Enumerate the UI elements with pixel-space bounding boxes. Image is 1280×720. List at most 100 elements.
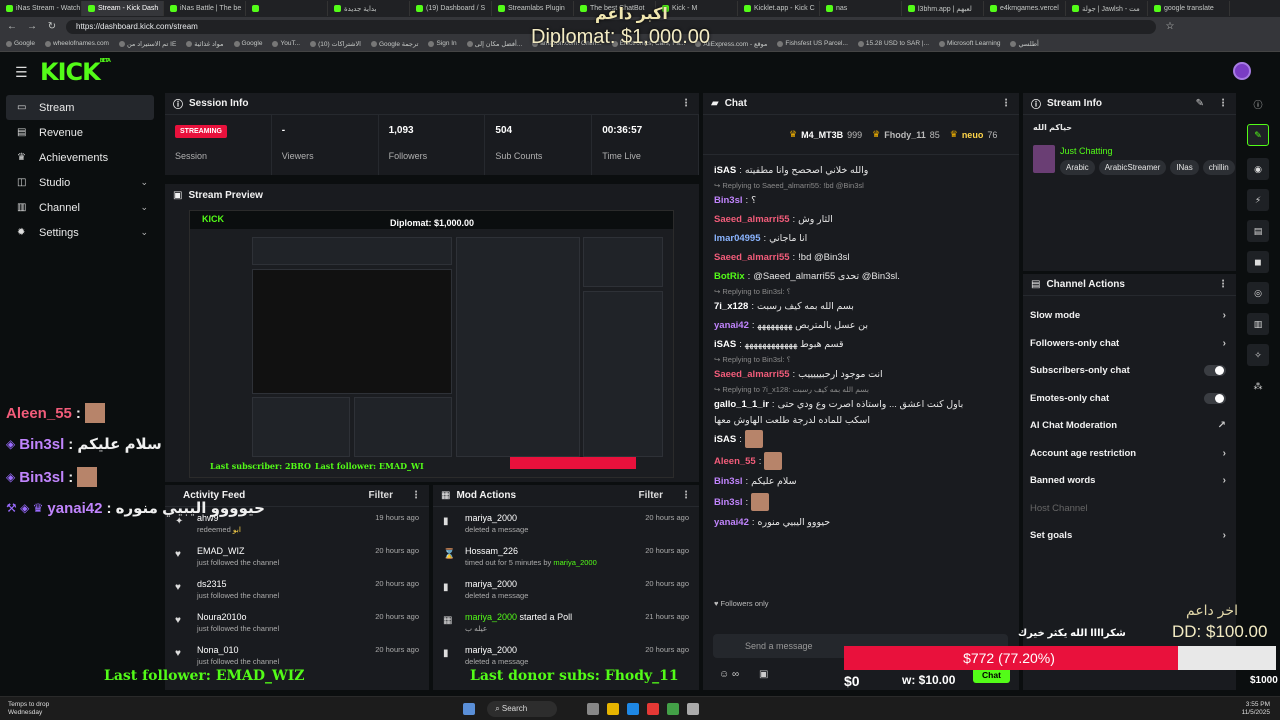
- sidebar-item-studio[interactable]: ◫ Studio ⌄: [0, 170, 160, 195]
- chat-message[interactable]: gallo_1_1_ir: باول كنت اعشق ... واستاذه ا…: [703, 395, 1019, 414]
- chat-username[interactable]: Saeed_almarri55: [714, 251, 790, 264]
- weather-widget[interactable]: Temps to drop Wednesday: [8, 701, 49, 717]
- chevron-right-icon[interactable]: ›: [1223, 310, 1226, 321]
- more-options-icon[interactable]: ⋮: [1218, 279, 1228, 290]
- stream-tag[interactable]: Arabic: [1060, 160, 1095, 175]
- more-options-icon[interactable]: ⋮: [411, 490, 421, 501]
- layout-icon[interactable]: ▥: [1247, 313, 1269, 335]
- feed-username[interactable]: EMAD_WIZ: [197, 546, 279, 556]
- chevron-right-icon[interactable]: ›: [1223, 475, 1226, 486]
- browser-tab[interactable]: Kicklet.app - Kick C: [738, 1, 820, 16]
- network-icon[interactable]: ⁂: [1247, 375, 1269, 397]
- bookmark-item[interactable]: wheelofnames.com: [44, 40, 109, 47]
- bookmark-item[interactable]: Fishsfest US Parcel...: [777, 40, 848, 47]
- feed-username[interactable]: mariya_2000: [465, 579, 528, 589]
- chat-message[interactable]: iSAS:: [703, 428, 1019, 450]
- brave-icon[interactable]: [647, 702, 660, 715]
- channel-action-followers-only-chat[interactable]: Followers-only chat ›: [1023, 330, 1236, 358]
- note-icon[interactable]: ▤: [1247, 220, 1269, 242]
- browser-tab[interactable]: l3bhm.app | لعبهم: [902, 1, 984, 16]
- bookmark-item[interactable]: تم الاستيراد من IE: [118, 40, 176, 48]
- back-icon[interactable]: ←: [6, 21, 18, 32]
- activity-filter-button[interactable]: Filter: [369, 490, 393, 501]
- more-options-icon[interactable]: ⋮: [681, 98, 691, 109]
- channel-action-emotes-only-chat[interactable]: Emotes-only chat: [1023, 385, 1236, 413]
- chat-message[interactable]: Saeed_almarri55: !bd @Bin3sl: [703, 248, 1019, 267]
- sidebar-item-revenue[interactable]: ▤ Revenue: [0, 120, 160, 145]
- chat-username[interactable]: Saeed_almarri55: [714, 368, 790, 381]
- toggle-switch[interactable]: [1204, 392, 1226, 404]
- browser-tab[interactable]: iNas Battle | The be: [164, 1, 246, 16]
- reload-icon[interactable]: ↻: [46, 21, 58, 32]
- chat-message[interactable]: iSAS: قسم هبوط ﻬﻬﻬﻬﻬﻬﻬﻬﻬﻬﻬﻬ: [703, 335, 1019, 354]
- feed-username[interactable]: mariya_2000 started a Poll: [465, 612, 572, 622]
- feed-item[interactable]: ♥ EMAD_WIZ just followed the channel 20 hou…: [165, 540, 429, 573]
- bookmark-item[interactable]: Sign In: [428, 40, 457, 47]
- channel-action-ai-chat-moderation[interactable]: AI Chat Moderation ↗: [1023, 412, 1236, 440]
- bookmark-item[interactable]: مواد غذائية: [186, 40, 224, 48]
- emote-icon[interactable]: ☺ ∞: [719, 669, 739, 680]
- taskbar-search[interactable]: ⌕ Search: [487, 700, 558, 717]
- chat-message[interactable]: Saeed_almarri55: الثار وش: [703, 210, 1019, 229]
- browser-tab[interactable]: Streamlabs Plugin: [492, 1, 574, 16]
- channel-action-account-age-restriction[interactable]: Account age restriction ›: [1023, 440, 1236, 468]
- feed-username[interactable]: mariya_2000: [465, 645, 528, 655]
- browser-tab[interactable]: google translate: [1148, 1, 1230, 16]
- chat-message[interactable]: iSAS: والله خلاني اصحصح وانا مطفيته: [703, 161, 1019, 180]
- chat-username[interactable]: iSAS: [714, 433, 736, 446]
- chat-message[interactable]: yanai42: بن عسل بالمتربص ﻬﻬﻬﻬﻬﻬﻬﻬ: [703, 316, 1019, 335]
- chat-username[interactable]: Bin3sl: [714, 496, 743, 509]
- chat-username[interactable]: Bin3sl: [714, 194, 743, 207]
- chat-username[interactable]: iSAS: [714, 164, 736, 177]
- chevron-down-icon[interactable]: ⌄: [140, 227, 148, 238]
- chat-message[interactable]: lmar04995: انا ماجاني: [703, 229, 1019, 248]
- chevron-right-icon[interactable]: ›: [1223, 338, 1226, 349]
- chat-username[interactable]: BotRix: [714, 270, 745, 283]
- sidebar-item-stream[interactable]: ▭ Stream: [6, 95, 154, 120]
- chat-bubble-icon[interactable]: ◼: [1247, 251, 1269, 273]
- bookmark-item[interactable]: (10) الاشتراكات: [310, 40, 361, 48]
- taskview-icon[interactable]: [587, 702, 600, 715]
- chat-username[interactable]: Bin3sl: [714, 475, 743, 488]
- chat-message[interactable]: Saeed_almarri55: انت موجود ارحبيييييب: [703, 365, 1019, 384]
- browser-tab[interactable]: (19) Dashboard / S: [410, 1, 492, 16]
- browser-tab[interactable]: بداية جديدة: [328, 1, 410, 16]
- chevron-right-icon[interactable]: ›: [1223, 448, 1226, 459]
- chat-message[interactable]: Bin3sl: سلام عليكم: [703, 472, 1019, 491]
- bookmark-item[interactable]: أفضل مكان إلى...: [466, 40, 522, 48]
- bookmark-item[interactable]: 15.28 USD to SAR |...: [857, 40, 929, 47]
- edit-icon[interactable]: ✎: [1247, 124, 1269, 146]
- explorer-icon[interactable]: [607, 702, 620, 715]
- feed-username[interactable]: ds2315: [197, 579, 279, 589]
- stream-tag[interactable]: chillin: [1202, 160, 1235, 175]
- leaderboard-entry[interactable]: ♛ M4_MT3B 999: [789, 129, 862, 140]
- feed-item[interactable]: ▮ mariya_2000 deleted a message 20 hours ag…: [433, 507, 699, 540]
- chat-username[interactable]: iSAS: [714, 338, 736, 351]
- windows-start-icon[interactable]: [463, 702, 476, 715]
- leaderboard-entry[interactable]: ♛ Fhody_11 85: [872, 129, 940, 140]
- chat-username[interactable]: yanai42: [714, 319, 749, 332]
- feed-actor[interactable]: mariya_2000: [553, 558, 596, 567]
- browser-tab[interactable]: Kick - M: [656, 1, 738, 16]
- chevron-down-icon[interactable]: ⌄: [140, 202, 148, 213]
- browser-tab[interactable]: nas: [820, 1, 902, 16]
- chat-message[interactable]: yanai42: حيووو اليبيي منوره: [703, 513, 1019, 532]
- more-options-icon[interactable]: ⋮: [1001, 98, 1011, 109]
- app-icon[interactable]: [667, 702, 680, 715]
- user-avatar[interactable]: [1233, 62, 1251, 80]
- chat-message[interactable]: Aleen_55:: [703, 450, 1019, 472]
- channel-action-subscribers-only-chat[interactable]: Subscribers-only chat: [1023, 357, 1236, 385]
- browser-tab[interactable]: iNas Stream - Watch: [0, 1, 82, 16]
- mod-filter-button[interactable]: Filter: [639, 490, 663, 501]
- gift-icon[interactable]: ▣: [759, 669, 768, 680]
- chat-username[interactable]: Saeed_almarri55: [714, 213, 790, 226]
- external-link-icon[interactable]: ↗: [1218, 420, 1226, 431]
- more-options-icon[interactable]: ⋮: [681, 490, 691, 501]
- leaderboard-entry[interactable]: ♛ neuo 76: [950, 129, 998, 140]
- bookmark-item[interactable]: Microsoft Learning: [939, 40, 1000, 47]
- bolt-icon[interactable]: ⚡: [1247, 189, 1269, 211]
- bookmark-item[interactable]: Google: [233, 40, 262, 47]
- chat-username[interactable]: Aleen_55: [714, 455, 756, 468]
- sidebar-item-channel[interactable]: ▥ Channel ⌄: [0, 195, 160, 220]
- chat-message[interactable]: Bin3sl:: [703, 491, 1019, 513]
